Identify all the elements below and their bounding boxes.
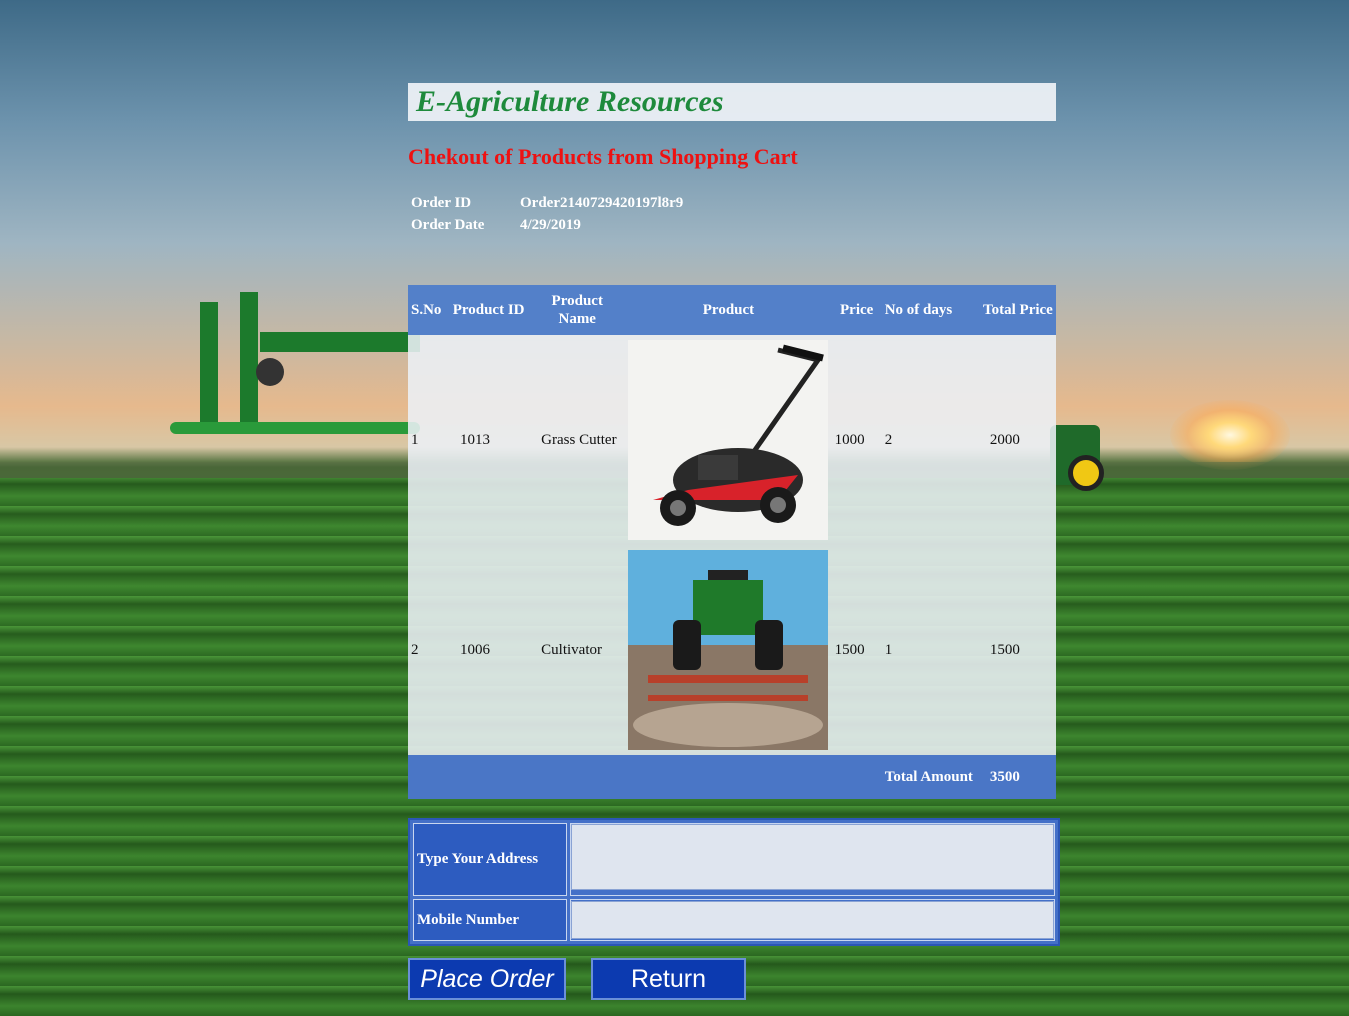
order-date-label: Order Date	[411, 217, 485, 233]
cell-total: 2000	[979, 335, 1056, 545]
lawn-mower-image	[628, 340, 829, 540]
cell-sno: 2	[408, 545, 449, 755]
cell-product-name: Cultivator	[529, 545, 626, 755]
order-date-value: 4/29/2019	[520, 217, 581, 233]
cell-product-image	[625, 335, 832, 545]
col-days: No of days	[881, 285, 980, 335]
address-input[interactable]	[571, 824, 1054, 890]
sun-glow	[1170, 400, 1290, 470]
mobile-label: Mobile Number	[413, 899, 567, 941]
mobile-input[interactable]	[571, 901, 1054, 939]
background-tractor	[1050, 425, 1104, 491]
cart-header-row: S.No Product ID Product Name Product Pri…	[408, 285, 1056, 335]
return-button[interactable]: Return	[591, 958, 746, 1000]
cell-days: 2	[881, 335, 980, 545]
col-price: Price	[831, 285, 882, 335]
delivery-form: Type Your Address Mobile Number	[408, 818, 1060, 946]
cart-table: S.No Product ID Product Name Product Pri…	[408, 285, 1056, 799]
cart-footer-row: Total Amount 3500	[408, 755, 1056, 799]
cell-product-id: 1013	[448, 335, 530, 545]
order-id-label: Order ID	[411, 195, 472, 211]
col-sno: S.No	[408, 285, 449, 335]
col-product-name: Product Name	[529, 285, 626, 335]
cell-price: 1500	[831, 545, 882, 755]
tractor-cultivator-image	[628, 550, 829, 750]
col-product: Product	[625, 285, 832, 335]
table-row: 1 1013 Grass Cutter 1000 2 2000	[408, 335, 1056, 545]
cell-days: 1	[881, 545, 980, 755]
order-info: Order ID Order2140729420197l8r9 Order Da…	[411, 192, 683, 236]
col-product-id: Product ID	[448, 285, 530, 335]
total-amount-value: 3500	[979, 755, 1056, 799]
cell-total: 1500	[979, 545, 1056, 755]
total-amount-label: Total Amount	[881, 755, 980, 799]
table-row: 2 1006 Cultivator 1500 1 1500	[408, 545, 1056, 755]
col-total-price: Total Price	[979, 285, 1056, 335]
cell-price: 1000	[831, 335, 882, 545]
sprayer-machine-image	[170, 292, 420, 434]
app-title: E-Agriculture Resources	[416, 85, 724, 118]
cell-product-name: Grass Cutter	[529, 335, 626, 545]
order-id-value: Order2140729420197l8r9	[520, 195, 684, 211]
place-order-button[interactable]: Place Order	[408, 958, 566, 1000]
cell-product-id: 1006	[448, 545, 530, 755]
address-label: Type Your Address	[413, 823, 567, 896]
page-heading: Chekout of Products from Shopping Cart	[408, 144, 798, 169]
cell-product-image	[625, 545, 832, 755]
app-title-bar: E-Agriculture Resources	[408, 83, 1056, 121]
cell-sno: 1	[408, 335, 449, 545]
